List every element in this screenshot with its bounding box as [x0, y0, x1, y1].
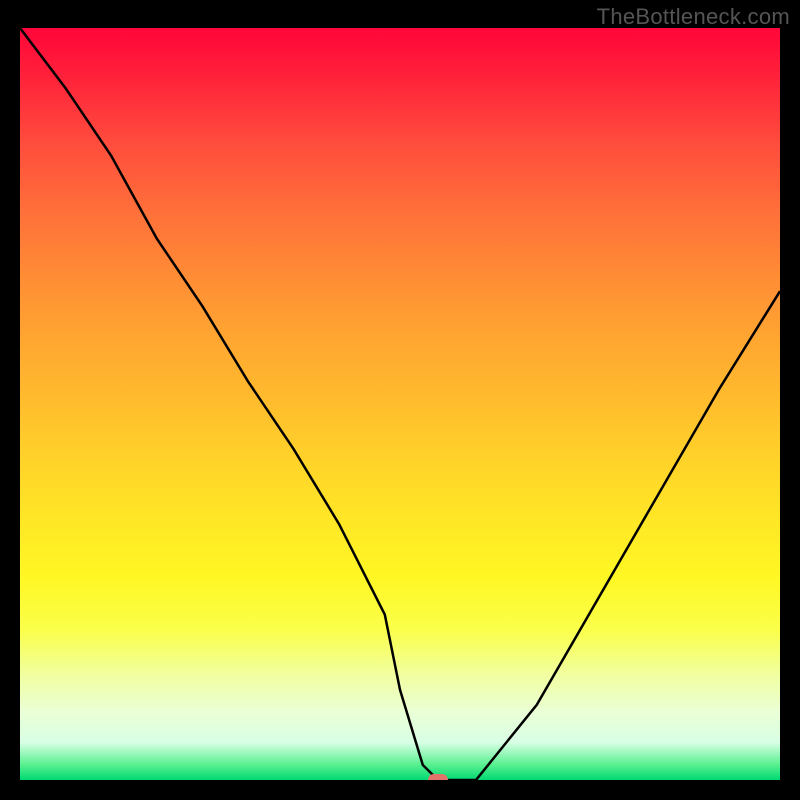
curve-path	[20, 28, 780, 780]
watermark-text: TheBottleneck.com	[597, 4, 790, 30]
bottleneck-marker	[428, 774, 448, 780]
bottleneck-curve	[20, 28, 780, 780]
chart-plot-area	[20, 28, 780, 780]
